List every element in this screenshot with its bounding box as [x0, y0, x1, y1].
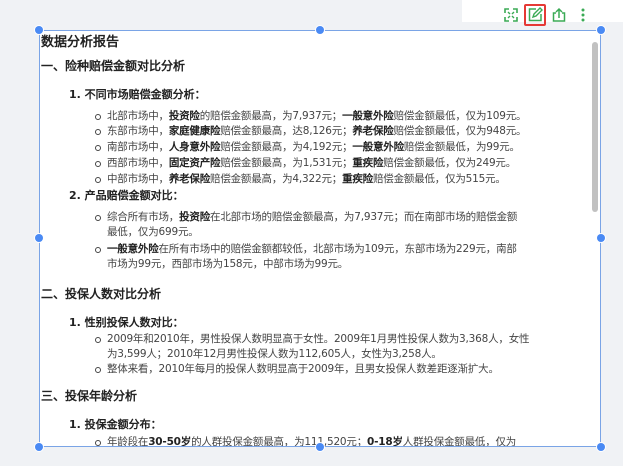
edit-button[interactable] — [524, 4, 546, 26]
fullscreen-button[interactable] — [500, 4, 522, 26]
resize-handle-top-right[interactable] — [597, 26, 605, 34]
fullscreen-icon — [504, 8, 518, 22]
subsection-heading-1-1: 1. 不同市场赔偿金额分析： — [69, 88, 206, 101]
resize-handle-right[interactable] — [597, 234, 605, 242]
resize-handle-bottom-right[interactable] — [597, 443, 605, 451]
widget-toolbar — [500, 4, 610, 26]
more-vertical-icon — [581, 8, 585, 22]
report-content: 数据分析报告 一、险种赔偿金额对比分析 1. 不同市场赔偿金额分析： 北部市场中… — [40, 31, 590, 446]
subsection-heading-2-1: 1. 性别投保人数对比： — [69, 316, 184, 329]
edit-icon — [528, 7, 543, 22]
list-item: 2009年和2010年，男性投保人数明显高于女性。2009年1月男性投保人数为3… — [95, 332, 585, 362]
section-heading-3: 三、投保年龄分析 — [41, 389, 138, 403]
list-item: 西部市场中，固定资产险赔偿金额最高，为1,531元；重疾险赔偿金额最低，仅为24… — [95, 156, 585, 171]
section-heading-1: 一、险种赔偿金额对比分析 — [41, 59, 186, 73]
list-item: 整体来看，2010年每月的投保人数明显高于2009年，且男女投保人数差距逐渐扩大… — [95, 362, 585, 377]
resize-handle-top-left[interactable] — [35, 26, 43, 34]
list-item: 一般意外险在所有市场中的赔偿金额都较低，北部市场为109元，东部市场为229元，… — [95, 242, 585, 272]
export-icon — [552, 7, 566, 22]
scrollbar-thumb[interactable] — [592, 42, 598, 212]
resize-handle-bottom[interactable] — [316, 443, 324, 451]
report-widget[interactable]: 数据分析报告 一、险种赔偿金额对比分析 1. 不同市场赔偿金额分析： 北部市场中… — [39, 30, 601, 447]
section-heading-2: 二、投保人数对比分析 — [41, 287, 162, 301]
list-item: 中部市场中，养老保险赔偿金额最高，为4,322元；重疾险赔偿金额最低，仅为515… — [95, 172, 585, 187]
more-button[interactable] — [572, 4, 594, 26]
list-item: 年龄段在30-50岁的人群投保金额最高，为111,520元；0-18岁人群投保金… — [95, 435, 585, 446]
subsection-heading-1-2: 2. 产品赔偿金额对比： — [69, 189, 184, 202]
list-item: 东部市场中，家庭健康险赔偿金额最高，达8,126元；养老保险赔偿金额最低，仅为9… — [95, 124, 585, 139]
report-title: 数据分析报告 — [41, 35, 120, 50]
resize-handle-top[interactable] — [316, 26, 324, 34]
list-item: 南部市场中，人身意外险赔偿金额最高，为4,192元；一般意外险赔偿金额最低，为9… — [95, 140, 585, 155]
list-item: 综合所有市场，投资险在北部市场的赔偿金额最高，为7,937元；而在南部市场的赔偿… — [95, 210, 585, 240]
export-button[interactable] — [548, 4, 570, 26]
subsection-heading-3-1: 1. 投保金额分布： — [69, 418, 162, 431]
resize-handle-left[interactable] — [35, 234, 43, 242]
resize-handle-bottom-left[interactable] — [35, 443, 43, 451]
list-item: 北部市场中，投资险的赔偿金额最高，为7,937元；一般意外险赔偿金额最低，仅为1… — [95, 109, 585, 124]
